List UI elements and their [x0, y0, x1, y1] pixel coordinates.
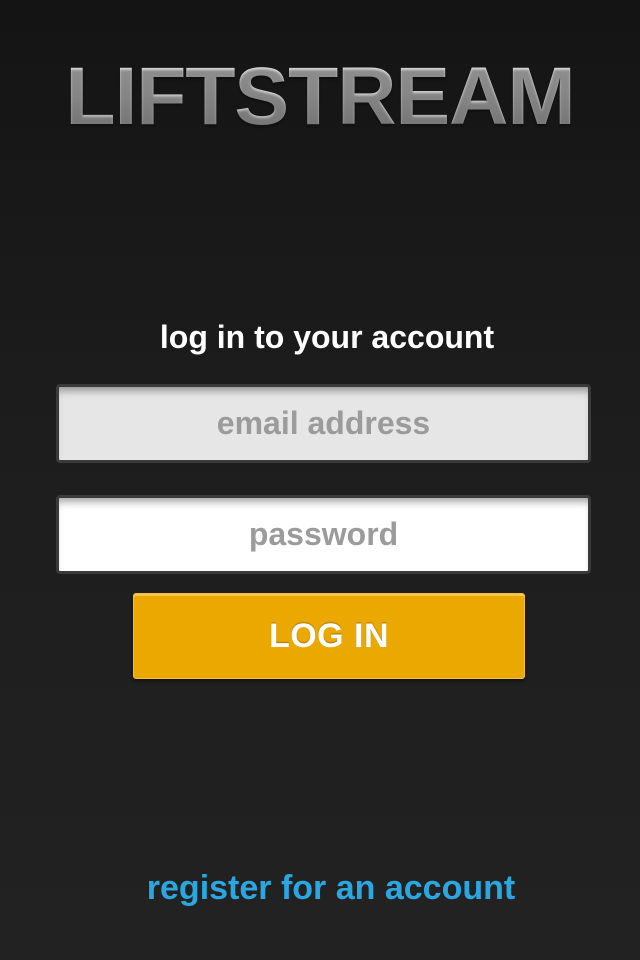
login-heading: log in to your account: [159, 319, 495, 355]
app-logo: LIFTSTREAM: [0, 52, 640, 142]
register-link[interactable]: register for an account: [0, 868, 640, 908]
email-field[interactable]: [56, 384, 591, 463]
password-field[interactable]: [56, 495, 591, 574]
login-button[interactable]: LOG IN: [133, 593, 525, 679]
